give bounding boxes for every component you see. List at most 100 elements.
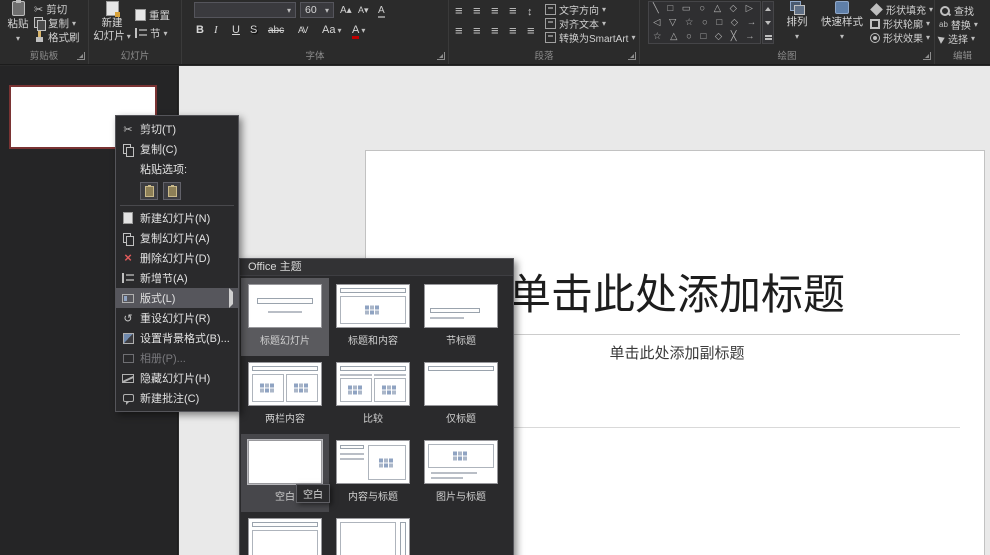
menu-item-cut[interactable]: 剪切(T) (116, 119, 238, 139)
layout-option-partial-2[interactable] (329, 512, 417, 555)
menu-item-hide-slide[interactable]: 隐藏幻灯片(H) (116, 368, 238, 388)
increase-indent-button[interactable] (509, 2, 517, 20)
layout-option-title-slide[interactable]: 标题幻灯片 (241, 278, 329, 356)
shapes-row[interactable]: ◁ ▽ ☆ ○ □ ◇ → (649, 16, 760, 30)
shapes-row[interactable]: ╲ □ ▭ ○ △ ◇ ▷ (649, 2, 760, 16)
text-shadow-button[interactable]: S (250, 22, 257, 38)
shape-outline-icon (870, 18, 880, 29)
clipboard-icon (144, 184, 154, 197)
font-size-combo[interactable]: 60 (300, 2, 334, 18)
align-right-button[interactable] (491, 22, 499, 40)
shrink-font-icon (358, 4, 369, 16)
scroll-up-icon[interactable] (763, 2, 773, 16)
paste-button[interactable]: 粘贴 (3, 0, 33, 45)
layout-option-two-content[interactable]: 两栏内容 (241, 356, 329, 434)
menu-item-copy[interactable]: 复制(C) (116, 139, 238, 159)
layout-thumbnail (247, 439, 323, 485)
font-size-value: 60 (305, 4, 317, 16)
shape-outline-button[interactable]: 形状轮廓 (870, 16, 930, 31)
menu-item-new-slide[interactable]: 新建幻灯片(N) (116, 208, 238, 228)
text-direction-button[interactable]: 文字方向 (545, 2, 606, 17)
line-spacing-button[interactable] (527, 2, 533, 20)
arrange-icon (790, 1, 805, 15)
menu-item-delete-slide[interactable]: 删除幻灯片(D) (116, 248, 238, 268)
menu-item-duplicate-slide[interactable]: 复制幻灯片(A) (116, 228, 238, 248)
italic-button[interactable]: I (214, 22, 218, 38)
chevron-down-icon (72, 17, 76, 29)
layout-option-title-only[interactable]: 仅标题 (417, 356, 505, 434)
brush-icon (34, 31, 45, 43)
bullets-button[interactable] (455, 2, 463, 20)
menu-label: 新建批注(C) (140, 393, 200, 405)
menu-item-reset-slide[interactable]: 重设幻灯片(R) (116, 308, 238, 328)
align-center-button[interactable] (473, 22, 481, 40)
bullets-icon (455, 2, 463, 20)
layout-label: 两栏内容 (265, 414, 305, 425)
menu-item-new-comment[interactable]: 新建批注(C) (116, 388, 238, 408)
shape-fill-button[interactable]: 形状填充 (870, 2, 933, 17)
layout-thumbnail (336, 440, 410, 484)
gallery-more-icon[interactable] (763, 29, 773, 43)
new-slide-icon (123, 212, 133, 224)
shapes-gallery[interactable]: ╲ □ ▭ ○ △ ◇ ▷ ◁ ▽ ☆ ○ □ ◇ → ☆ △ ○ □ ◇ ╳ … (648, 1, 761, 44)
chevron-down-icon (602, 4, 606, 15)
clear-formatting-icon (378, 4, 385, 16)
layout-option-picture-caption[interactable]: 图片与标题 (417, 434, 505, 512)
new-slide-button[interactable]: 新建 幻灯片 (93, 1, 131, 47)
menu-item-layout[interactable]: 版式(L) (116, 288, 238, 308)
group-label-editing: 编辑 (952, 51, 972, 62)
font-color-button[interactable]: A (352, 22, 365, 39)
layout-option-content-caption[interactable]: 内容与标题 (329, 434, 417, 512)
justify-button[interactable] (509, 22, 517, 40)
align-left-button[interactable] (455, 22, 463, 40)
text-direction-icon (545, 4, 556, 15)
shrink-font-button[interactable] (358, 3, 369, 17)
copy-button[interactable]: 复制 (34, 16, 76, 31)
arrange-button[interactable]: 排列 (780, 1, 814, 47)
menu-label: 重设幻灯片(R) (140, 313, 211, 325)
decrease-indent-button[interactable] (491, 2, 499, 20)
layout-option-section-header[interactable]: 节标题 (417, 278, 505, 356)
section-button[interactable]: 节 (135, 26, 168, 40)
format-painter-button[interactable]: 格式刷 (34, 30, 80, 44)
replace-label: 替换 (950, 21, 971, 32)
chevron-down-icon (929, 4, 933, 15)
replace-button[interactable]: 替换 (939, 17, 978, 32)
grow-font-button[interactable] (340, 3, 352, 17)
layout-option-title-content[interactable]: 标题和内容 (329, 278, 417, 356)
character-spacing-button[interactable]: AV (298, 22, 308, 38)
layout-option-comparison[interactable]: 比较 (329, 356, 417, 434)
align-text-button[interactable]: 对齐文本 (545, 16, 606, 31)
numbering-button[interactable] (473, 2, 481, 20)
select-button[interactable]: 选择 (939, 31, 975, 46)
underline-button[interactable]: U (232, 22, 240, 38)
paste-picture-button[interactable] (163, 182, 181, 200)
content-icons (260, 383, 276, 393)
change-case-button[interactable]: Aa (322, 22, 341, 38)
format-painter-label: 格式刷 (48, 31, 80, 44)
chevron-down-icon (840, 30, 844, 42)
find-button[interactable]: 查找 (939, 3, 974, 18)
menu-item-add-section[interactable]: 新增节(A) (116, 268, 238, 288)
reset-slide-button[interactable]: 重置 (135, 8, 170, 22)
chevron-down-icon (325, 4, 329, 16)
font-name-combo[interactable] (194, 2, 296, 18)
chevron-down-icon (287, 4, 291, 16)
columns-button[interactable] (527, 22, 535, 40)
shape-effects-button[interactable]: 形状效果 (870, 30, 930, 45)
strikethrough-button[interactable]: abc (268, 22, 284, 38)
chevron-down-icon (631, 32, 635, 43)
layout-option-partial-1[interactable] (241, 512, 329, 555)
quick-styles-button[interactable]: 快速样式 (818, 1, 866, 47)
menu-label: 设置背景格式(B)... (140, 333, 230, 345)
scroll-down-icon[interactable] (763, 16, 773, 30)
slide-context-menu: 剪切(T) 复制(C) 粘贴选项: 新建幻灯片(N) 复制幻灯片(A) 删除幻灯… (115, 115, 239, 412)
convert-smartart-button[interactable]: 转换为SmartArt (545, 30, 635, 45)
paste-keep-formatting-button[interactable] (140, 182, 158, 200)
bold-button[interactable]: B (196, 22, 204, 38)
menu-item-format-background[interactable]: 设置背景格式(B)... (116, 328, 238, 348)
shapes-row[interactable]: ☆ △ ○ □ ◇ ╳ → (649, 30, 760, 43)
clear-formatting-button[interactable] (378, 3, 385, 17)
cut-button[interactable]: 剪切 (34, 2, 67, 16)
search-icon (939, 5, 951, 17)
